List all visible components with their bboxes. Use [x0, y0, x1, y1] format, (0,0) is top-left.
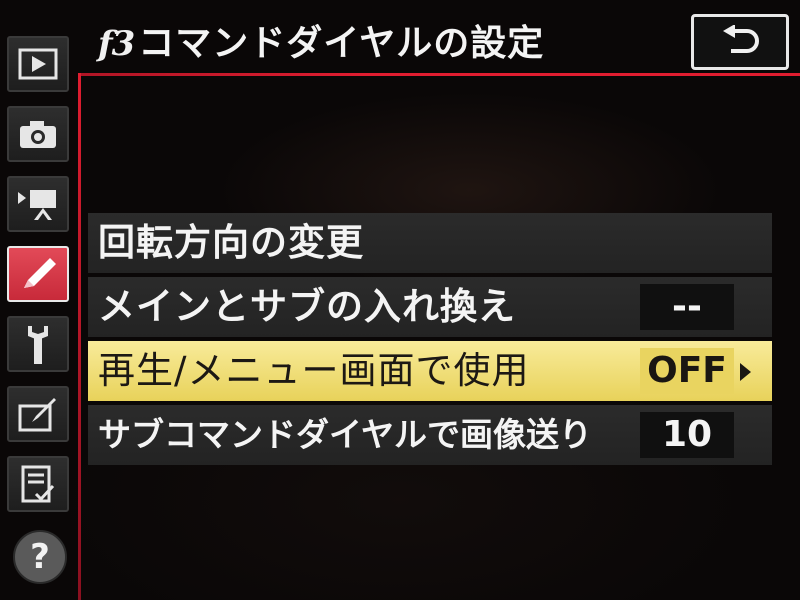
camera-icon	[20, 121, 56, 148]
page-title: コマンドダイヤルの設定	[138, 23, 545, 64]
menu-item-playback-menus[interactable]: 再生/メニュー画面で使用 OFF	[88, 341, 772, 401]
menu-item-value: --	[640, 284, 734, 330]
frame-top-line	[78, 73, 800, 76]
back-button[interactable]	[691, 14, 789, 70]
menu-item-value: 10	[640, 412, 734, 458]
menu-item-sub-dial-frame-advance[interactable]: サブコマンドダイヤルで画像送り 10	[88, 405, 772, 465]
tab-movie-shooting[interactable]	[7, 176, 69, 232]
help-button[interactable]: ?	[13, 530, 67, 584]
tab-setup[interactable]	[7, 316, 69, 372]
menu-code: f3	[98, 24, 135, 64]
movie-icon	[18, 190, 56, 220]
menu-item-label: サブコマンドダイヤルで画像送り	[98, 415, 593, 454]
menu-item-label: 再生/メニュー画面で使用	[98, 349, 530, 392]
tab-my-menu[interactable]	[7, 456, 69, 512]
playback-icon	[18, 48, 58, 80]
return-arrow-icon	[723, 25, 759, 53]
chevron-right-icon	[740, 363, 751, 381]
retouch-icon	[18, 398, 56, 432]
menu-item-value: OFF	[640, 348, 734, 394]
help-icon: ?	[30, 537, 50, 577]
menu-item-label: 回転方向の変更	[98, 221, 364, 264]
menu-item-label: メインとサブの入れ換え	[98, 285, 516, 328]
tab-retouch[interactable]	[7, 386, 69, 442]
menu-sidebar: ?	[0, 28, 78, 600]
tab-photo-shooting[interactable]	[7, 106, 69, 162]
pencil-icon	[24, 258, 56, 288]
wrench-icon	[28, 326, 48, 364]
my-menu-icon	[21, 465, 55, 503]
menu-item-swap-main-sub[interactable]: メインとサブの入れ換え --	[88, 277, 772, 337]
tab-custom-settings[interactable]	[7, 246, 69, 302]
frame-left-line	[78, 73, 81, 600]
camera-menu-screen: ? f3 コマンドダイヤルの設定 回転方向の変更 メインとサブの入れ換え -- …	[0, 0, 800, 600]
tab-playback[interactable]	[7, 36, 69, 92]
menu-header: f3 コマンドダイヤルの設定	[98, 14, 544, 70]
menu-item-rotate-direction[interactable]: 回転方向の変更	[88, 213, 772, 273]
